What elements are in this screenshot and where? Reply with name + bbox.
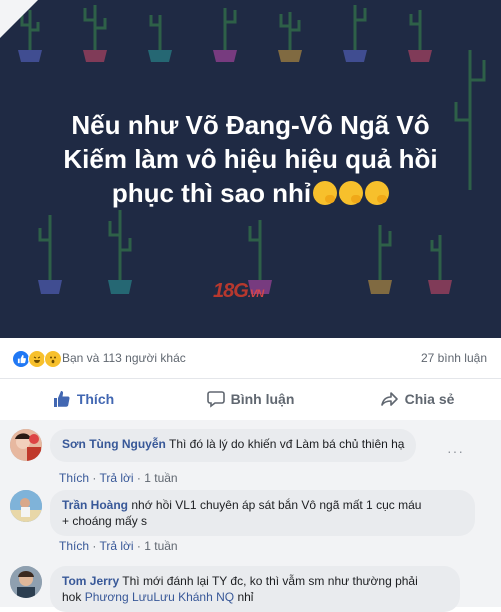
comment-button[interactable]: Bình luận [167,378,334,420]
comment-reply-link[interactable]: Trả lời [99,539,133,553]
page-fold-corner [0,0,38,38]
headline-line-1: Nếu như Võ Đang-Vô Ngã Vô [71,110,430,140]
comment-text: Thì mới đánh lại TY đc, ko thì vẫm sm nh… [122,574,418,588]
post-headline: Nếu như Võ Đang-Vô Ngã Vô Kiếm làm vô hi… [0,108,501,210]
avatar[interactable] [10,566,42,598]
post-image[interactable]: Nếu như Võ Đang-Vô Ngã Vô Kiếm làm vô hi… [0,0,501,338]
comment-text: hok [62,590,82,604]
wow-reaction-icon [44,350,62,368]
comments-section: Sơn Tùng Nguyễn Thì đó là lý do khiến vđ… [0,420,501,612]
comment-bubble: Tom Jerry Thì mới đánh lại TY đc, ko thì… [50,566,460,612]
comment-button-label: Bình luận [230,391,295,407]
comment-meta: Thích · Trả lời · 1 tuần [59,539,178,553]
comment-reply-link[interactable]: Trả lời [99,471,133,485]
commenter-name[interactable]: Trần Hoàng [62,498,128,512]
avatar[interactable] [10,429,42,461]
thinking-face-icon [365,181,390,205]
comment-item: Sơn Tùng Nguyễn Thì đó là lý do khiến vđ… [10,429,490,485]
comment-like-link[interactable]: Thích [59,539,89,553]
site-watermark: 18G.VN [213,280,264,303]
comment-text: Thì đó là lý do khiến vđ Làm bá chủ thiê… [168,437,405,451]
post-action-bar: Thích Bình luận Chia sẻ [0,378,501,421]
comment-item: Tom Jerry Thì mới đánh lại TY đc, ko thì… [10,566,490,612]
thumbs-up-icon [53,391,70,407]
comment-text: + choáng mấy s [62,514,148,528]
comment-like-link[interactable]: Thích [59,471,89,485]
reaction-summary-text[interactable]: Bạn và 113 người khác [62,351,186,365]
headline-line-2: Kiếm làm vô hiệu hiệu quả hồi [63,144,438,174]
comment-timestamp[interactable]: 1 tuần [144,539,177,553]
comment-count-link[interactable]: 27 bình luận [421,351,487,365]
watermark-suffix: .VN [247,288,264,300]
comment-bubble: Trần Hoàng nhớ hồi VL1 chuyên áp sát bắn… [50,490,475,536]
more-options-icon[interactable]: ··· [447,443,464,459]
comment-meta: Thích · Trả lời · 1 tuần [59,471,178,485]
speech-bubble-icon [206,391,225,408]
reaction-icons[interactable] [12,350,62,368]
comment-text: nhớ hồi VL1 chuyên áp sát bắn Vô ngã mất… [131,498,422,512]
commenter-name[interactable]: Sơn Tùng Nguyễn [62,437,166,451]
comment-item: Trần Hoàng nhớ hồi VL1 chuyên áp sát bắn… [10,490,490,556]
share-button-label: Chia sẻ [404,391,455,407]
watermark-logo: 18G [213,280,249,302]
commenter-name[interactable]: Tom Jerry [62,574,119,588]
avatar[interactable] [10,490,42,522]
thinking-face-icon [339,181,364,205]
comment-bubble: Sơn Tùng Nguyễn Thì đó là lý do khiến vđ… [50,429,417,462]
mentioned-user-link[interactable]: Lưu Khánh NQ [153,590,234,604]
thinking-face-icon [313,181,338,205]
like-button[interactable]: Thích [0,378,167,420]
like-button-label: Thích [76,391,115,407]
comment-text: nhỉ [237,590,254,604]
headline-line-3: phục thì sao nhỉ [111,178,312,208]
mentioned-user-link[interactable]: Phương Lưu [85,590,154,604]
reaction-summary-bar: Bạn và 113 người khác 27 bình luận [0,338,501,379]
comment-timestamp[interactable]: 1 tuần [144,471,177,485]
share-arrow-icon [380,392,398,406]
share-button[interactable]: Chia sẻ [334,378,501,420]
